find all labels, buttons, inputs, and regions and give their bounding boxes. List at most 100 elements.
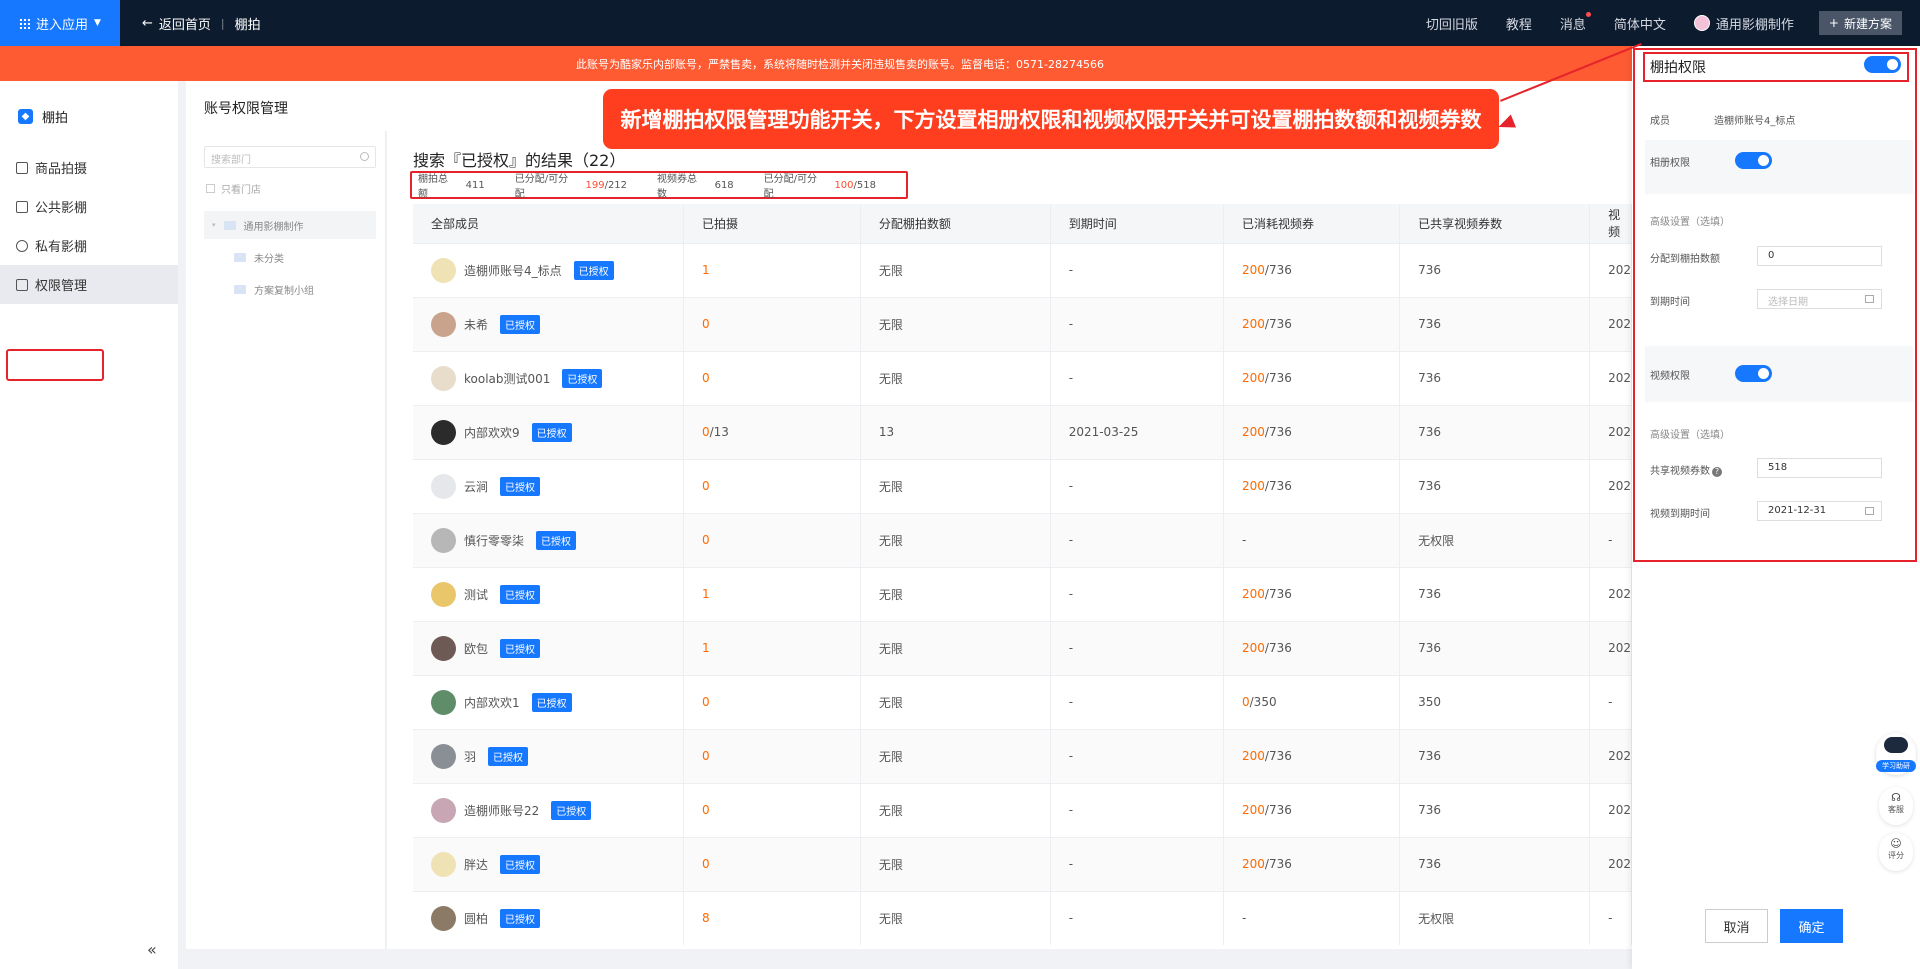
table-row[interactable]: 测试 已授权 1 无限 -200/736 736 202 xyxy=(413,566,1632,621)
help-icon[interactable]: ? xyxy=(1712,467,1722,477)
avatar xyxy=(431,581,456,607)
authorized-badge: 已授权 xyxy=(488,746,529,766)
video-permission-toggle[interactable] xyxy=(1735,365,1772,382)
collapse-sidebar-icon[interactable]: « xyxy=(147,940,157,959)
shot-count: 1 xyxy=(701,641,710,655)
cell-used-video: 200/736 xyxy=(1223,620,1401,675)
assistant-bot-button[interactable]: 学习助研 xyxy=(1876,733,1916,775)
cell-shot: 1 xyxy=(683,242,861,297)
table-row[interactable]: 欧包 已授权 1 无限 -200/736 736 202 xyxy=(413,620,1632,675)
shot-count: 0 xyxy=(701,803,710,817)
cell-shared-video: 736 xyxy=(1399,404,1591,459)
authorized-badge: 已授权 xyxy=(531,422,572,442)
album-permission-toggle[interactable] xyxy=(1735,152,1772,169)
member-info: 造棚师账号4_标点 已授权 xyxy=(431,257,683,283)
cell-expire: - xyxy=(1050,782,1225,837)
table-row[interactable]: 内部欢欢1 已授权 0 无限 -0/350 350- xyxy=(413,674,1632,729)
back-home-link[interactable]: ← 返回首页 xyxy=(142,14,211,33)
member-info: 内部欢欢9 已授权 xyxy=(431,419,683,445)
quota-stats: 棚拍总额 411 已分配/可分配 199/212 视频券总数 618 已分配/可… xyxy=(410,171,908,200)
sidebar-item-product-shoot[interactable]: 商品拍摄 xyxy=(0,148,178,187)
cell-shared-video: 736 xyxy=(1399,458,1591,513)
cell-shared-video: 736 xyxy=(1399,296,1591,351)
authorized-badge: 已授权 xyxy=(500,584,541,604)
col-header-quota: 分配棚拍数额 xyxy=(860,204,1051,243)
language-link[interactable]: 简体中文 xyxy=(1614,14,1666,33)
caret-down-icon: ▼ xyxy=(94,18,101,28)
table-row[interactable]: 圆柏 已授权 8 无限 - - 无权限 - xyxy=(413,890,1632,945)
video-expire-label: 视频到期时间 xyxy=(1650,509,1710,520)
shot-count: 0 xyxy=(701,695,710,709)
used-video-total: /736 xyxy=(1264,371,1292,385)
new-plan-label: 新建方案 xyxy=(1843,16,1892,31)
enter-app-button[interactable]: 进入应用 ▼ xyxy=(0,0,120,46)
table-row[interactable]: 造棚师账号22 已授权 0 无限 -200/736 736 202 xyxy=(413,782,1632,837)
table-row[interactable]: 胖达 已授权 0 无限 -200/736 736 202 xyxy=(413,836,1632,891)
cancel-button[interactable]: 取消 xyxy=(1705,909,1768,943)
video-permission-label: 视频权限 xyxy=(1650,371,1690,382)
user-avatar xyxy=(1693,15,1710,31)
tutorial-link[interactable]: 教程 xyxy=(1506,14,1532,33)
page-title: 账号权限管理 xyxy=(204,101,288,117)
cell-member: 造棚师账号22 已授权 xyxy=(413,782,684,837)
only-store-checkbox[interactable]: 只看门店 xyxy=(206,181,261,196)
table-row[interactable]: koolab测试001 已授权 0 无限 -200/736 736 202 xyxy=(413,350,1632,405)
confirm-button[interactable]: 确定 xyxy=(1780,909,1843,943)
avatar xyxy=(431,689,456,715)
alloc-quota-input[interactable]: 0 xyxy=(1757,246,1882,266)
member-value: 造棚师账号4_标点 xyxy=(1714,116,1796,127)
switch-old-version-link[interactable]: 切回旧版 xyxy=(1426,14,1478,33)
department-search-input[interactable]: 搜索部门 xyxy=(204,146,376,168)
crown-icon xyxy=(16,200,28,213)
studio-permission-toggle[interactable] xyxy=(1864,56,1901,73)
cell-shared-video: 736 xyxy=(1399,566,1591,621)
customer-service-button[interactable]: ☊ 客服 xyxy=(1879,787,1913,825)
cell-shot: 1 xyxy=(683,620,861,675)
sidebar-item-permissions[interactable]: 权限管理 xyxy=(0,265,178,304)
review-button[interactable]: ☺ 评分 xyxy=(1879,833,1913,871)
cell-video: 202 xyxy=(1589,728,1632,783)
expire-date-picker[interactable]: 选择日期 xyxy=(1757,289,1882,309)
member-info: 欧包 已授权 xyxy=(431,635,683,661)
table-row[interactable]: 云涧 已授权 0 无限 -200/736 736 202 xyxy=(413,458,1632,513)
cell-member: 慎行零零柒 已授权 xyxy=(413,512,684,567)
used-video-count: 200 xyxy=(1242,371,1265,385)
member-info: 未希 已授权 xyxy=(431,311,683,337)
new-plan-button[interactable]: + 新建方案 xyxy=(1818,11,1902,35)
tree-node-uncategorized[interactable]: 未分类 xyxy=(234,243,284,271)
user-circle-icon xyxy=(16,239,28,252)
used-video-count: 200 xyxy=(1242,803,1265,817)
stat-label: 视频券总数 xyxy=(657,174,698,200)
cell-member: 测试 已授权 xyxy=(413,566,684,621)
cell-expire: - xyxy=(1050,566,1225,621)
calendar-icon xyxy=(1865,295,1874,303)
table-row[interactable]: 羽已授权 0 无限 -200/736 736 202 xyxy=(413,728,1632,783)
used-video-count: 200 xyxy=(1242,587,1265,601)
cell-used-video: 200/736 xyxy=(1223,350,1401,405)
user-menu[interactable]: 通用影棚制作 xyxy=(1693,14,1794,33)
sidebar-item-private-studio[interactable]: 私有影棚 xyxy=(0,226,178,265)
cell-expire: - xyxy=(1050,836,1225,891)
tree-node-copy-group[interactable]: 方案复制小组 xyxy=(234,275,314,303)
cell-shared-video: 736 xyxy=(1399,620,1591,675)
member-name: 欧包 xyxy=(464,641,489,656)
cell-shot: 0 xyxy=(683,728,861,783)
table-row[interactable]: 慎行零零柒 已授权 0 无限 - - 无权限 - xyxy=(413,512,1632,567)
cell-expire: 2021-03-25 xyxy=(1050,404,1225,459)
share-video-input[interactable]: 518 xyxy=(1757,458,1882,478)
table-row[interactable]: 造棚师账号4_标点 已授权 1 无限 -200/736 736 202 xyxy=(413,242,1632,297)
alloc-quota-label: 分配到棚拍数额 xyxy=(1650,254,1720,265)
authorized-badge: 已授权 xyxy=(500,854,541,874)
back-home-label: 返回首页 xyxy=(158,17,211,33)
table-row[interactable]: 未希 已授权 0 无限 -200/736 736 202 xyxy=(413,296,1632,351)
table-row[interactable]: 内部欢欢9 已授权 0/13 13 2021-03-25 200/736 736 202 xyxy=(413,404,1632,459)
sidebar-item-public-studio[interactable]: 公共影棚 xyxy=(0,187,178,226)
used-video-count: 200 xyxy=(1242,857,1265,871)
messages-link[interactable]: 消息 xyxy=(1560,11,1591,33)
tree-node-root[interactable]: ▾ 通用影棚制作 xyxy=(204,211,376,239)
shot-count: 0 xyxy=(701,479,710,493)
avatar xyxy=(431,743,456,769)
expire-label: 到期时间 xyxy=(1650,297,1690,308)
robot-icon xyxy=(1884,737,1908,753)
video-expire-date-picker[interactable]: 2021-12-31 xyxy=(1757,501,1882,521)
